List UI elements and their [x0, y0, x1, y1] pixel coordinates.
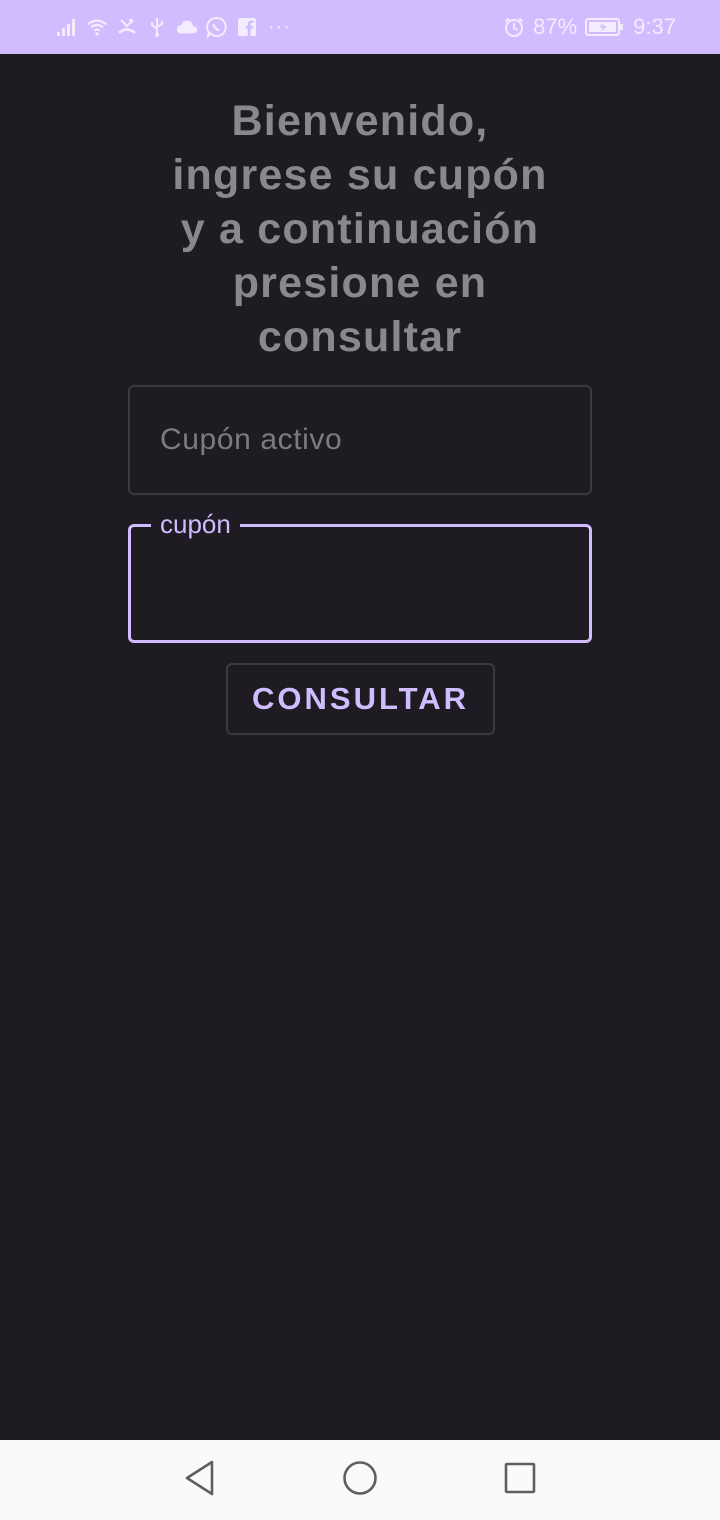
status-bar-left: ···: [56, 16, 291, 39]
signal-icon: [56, 16, 78, 38]
home-button[interactable]: [338, 1458, 382, 1502]
active-coupon-input[interactable]: [130, 387, 590, 493]
home-icon: [341, 1459, 379, 1501]
status-bar-right: 87% 9:37: [503, 14, 676, 40]
whatsapp-icon: [206, 16, 228, 38]
cloud-icon: [176, 16, 198, 38]
navigation-bar: [0, 1440, 720, 1520]
main-content: Bienvenido, ingrese su cupón y a continu…: [0, 54, 720, 1440]
recents-button[interactable]: [498, 1458, 542, 1502]
coupon-field[interactable]: cupón: [128, 507, 592, 643]
back-button[interactable]: [178, 1458, 222, 1502]
battery-charging-icon: [585, 16, 625, 38]
coupon-input[interactable]: [131, 527, 589, 640]
status-bar: ··· 87% 9:37: [0, 0, 720, 54]
recents-icon: [503, 1461, 537, 1499]
missed-call-icon: [116, 16, 138, 38]
clock: 9:37: [633, 14, 676, 39]
welcome-message: Bienvenido, ingrese su cupón y a continu…: [172, 97, 548, 361]
active-coupon-field[interactable]: [128, 385, 592, 495]
facebook-icon: [236, 16, 258, 38]
usb-icon: [146, 16, 168, 38]
alarm-icon: [503, 16, 525, 38]
more-notifications-indicator: ···: [268, 15, 291, 38]
back-icon: [182, 1459, 218, 1501]
battery-percent: 87%: [533, 14, 578, 39]
consult-button[interactable]: CONSULTAR: [226, 663, 495, 735]
wifi-icon: [86, 16, 108, 38]
